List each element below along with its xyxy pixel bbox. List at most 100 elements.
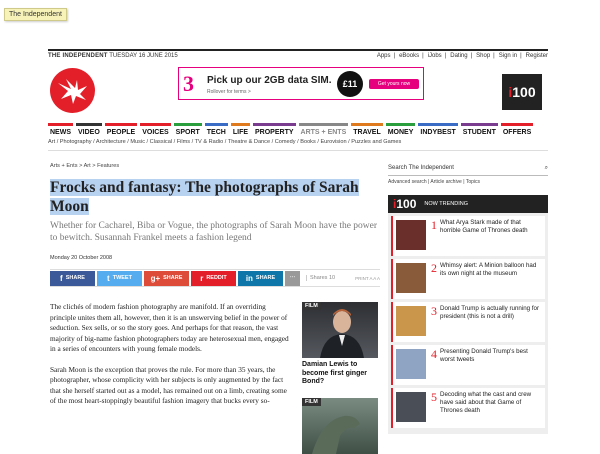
share-button-1[interactable]: t TWEET xyxy=(97,270,142,286)
film-tag: FILM xyxy=(302,302,321,310)
trending-thumb xyxy=(396,392,426,422)
i100-small-suffix: 100 xyxy=(396,197,417,211)
share-label: SHARE xyxy=(163,275,183,281)
nav-item-property[interactable]: PROPERTY xyxy=(253,123,296,136)
masthead-link[interactable]: Register xyxy=(526,53,548,59)
independent-eagle-logo[interactable] xyxy=(50,68,95,113)
brand-name[interactable]: THE INDEPENDENT xyxy=(48,53,108,59)
share-button-0[interactable]: f SHARE xyxy=(50,270,95,286)
trending-text[interactable]: What Arya Stark made of that horrible Ga… xyxy=(440,219,542,253)
nav-item-offers[interactable]: OFFERS xyxy=(500,123,534,136)
masthead-link[interactable]: eBooks xyxy=(399,53,419,59)
trending-thumb xyxy=(396,263,426,293)
masthead-brand: THE INDEPENDENT TUESDAY 16 JUNE 2015 xyxy=(48,53,178,59)
trending-number: 5 xyxy=(431,390,437,404)
trending-text[interactable]: Decoding what the cast and crew have sai… xyxy=(440,391,542,425)
nav-item-voices[interactable]: VOICES xyxy=(140,123,171,136)
related-card[interactable]: FILM xyxy=(302,398,378,454)
share-icon: g+ xyxy=(150,273,161,283)
nav-item-news[interactable]: NEWS xyxy=(48,123,73,136)
print-text-size[interactable]: PRINT A A A xyxy=(355,276,380,281)
nav-item-travel[interactable]: TRAVEL xyxy=(351,123,383,136)
nav-item-life[interactable]: LIFE xyxy=(230,123,251,136)
trending-thumb xyxy=(396,220,426,250)
advert-banner[interactable]: 3 Pick up our 2GB data SIM. Rollover for… xyxy=(178,67,424,100)
trending-item[interactable]: 2 Whimsy alert: A Minion balloon had its … xyxy=(391,259,545,299)
share-label: SHARE xyxy=(255,275,276,281)
share-count: Shares 10 xyxy=(306,275,335,281)
masthead-link[interactable]: Shop xyxy=(476,53,490,59)
trending-item[interactable]: 5 Decoding what the cast and crew have sa… xyxy=(391,388,545,428)
nav-item-indybest[interactable]: INDYBEST xyxy=(418,123,458,136)
sidebar: Search The Independent ⌕ Advanced search… xyxy=(388,163,548,434)
share-button-2[interactable]: g+ SHARE xyxy=(144,270,189,286)
ad-price-badge: £11 xyxy=(337,71,363,97)
section-subnav[interactable]: Art / Photography / Architecture / Music… xyxy=(48,139,548,151)
eagle-icon xyxy=(57,78,87,104)
nav-item-money[interactable]: MONEY xyxy=(385,123,416,136)
search-icon[interactable]: ⌕ xyxy=(545,165,548,172)
i100-logo[interactable]: i 100 xyxy=(502,74,542,110)
share-button-4[interactable]: in SHARE xyxy=(238,270,283,286)
masthead-link[interactable]: Sign in xyxy=(499,53,517,59)
related-caption: Damian Lewis to become first ginger Bond… xyxy=(302,361,367,385)
article-title-text: Frocks and fantasy: The photographs of S… xyxy=(50,179,359,215)
trending-thumb xyxy=(396,349,426,379)
now-trending-label: NOW TRENDING xyxy=(424,201,468,207)
portrait-illustration xyxy=(320,309,364,358)
nav-item-student[interactable]: STUDENT xyxy=(460,123,498,136)
dinosaur-illustration xyxy=(312,415,360,454)
nav-item-sport[interactable]: SPORT xyxy=(173,123,202,136)
share-icon: r xyxy=(200,273,204,283)
link-divider: | xyxy=(422,53,424,59)
trending-number: 2 xyxy=(431,261,437,275)
masthead-link[interactable]: Dating xyxy=(450,53,467,59)
trending-number: 4 xyxy=(431,347,437,361)
article-date: Monday 20 October 2008 xyxy=(50,255,113,261)
page: THE INDEPENDENT TUESDAY 16 JUNE 2015 App… xyxy=(48,0,548,454)
more-share-button[interactable]: ⋯ xyxy=(285,270,300,286)
share-icon: in xyxy=(245,273,253,283)
link-divider: | xyxy=(520,53,522,59)
breadcrumb[interactable]: Arts + Ents > Art > Features xyxy=(50,163,119,169)
trending-thumb xyxy=(396,306,426,336)
share-label: TWEET xyxy=(112,275,132,281)
related-image: FILM xyxy=(302,398,378,454)
trending-number: 1 xyxy=(431,218,437,232)
nav-item-video[interactable]: VIDEO xyxy=(76,123,102,136)
article-body: The clichés of modern fashion photograph… xyxy=(50,302,290,417)
nav-item-tech[interactable]: TECH xyxy=(204,123,228,136)
paragraph: Sarah Moon is the exception that proves … xyxy=(50,364,287,406)
trending-item[interactable]: 1 What Arya Stark made of that horrible G… xyxy=(391,216,545,256)
share-button-3[interactable]: r REDDIT xyxy=(191,270,236,286)
trending-number: 3 xyxy=(431,304,437,318)
search-links[interactable]: Advanced search | Article archive | Topi… xyxy=(388,179,548,185)
link-divider: | xyxy=(444,53,447,59)
trending-text[interactable]: Presenting Donald Trump's best worst twe… xyxy=(440,348,542,382)
trending-text[interactable]: Donald Trump is actually running for pre… xyxy=(440,305,542,339)
masthead-links: Apps | eBooks | iJobs | Dating | Shop | Sign in | Re… xyxy=(373,53,548,59)
share-icon: t xyxy=(107,273,110,283)
masthead-bar: THE INDEPENDENT TUESDAY 16 JUNE 2015 App… xyxy=(48,49,548,59)
search-box[interactable]: Search The Independent ⌕ xyxy=(388,163,548,176)
link-divider: | xyxy=(493,53,495,59)
i100-logo-small[interactable]: i100 xyxy=(393,197,416,211)
related-card[interactable]: FILM Damian Lewis to become first ginger… xyxy=(302,302,378,387)
masthead-link[interactable]: iJobs xyxy=(428,53,442,59)
trending-item[interactable]: 3 Donald Trump is actually running for pr… xyxy=(391,302,545,342)
trending-item[interactable]: 4 Presenting Donald Trump's best worst tw… xyxy=(391,345,545,385)
search-input[interactable]: Search The Independent xyxy=(388,165,454,172)
share-bar: f SHARE t TWEET g+ SHARE r REDDIT in SHARE ⋯ Shares… xyxy=(50,269,380,287)
nav-item-arts-ents[interactable]: ARTS + ENTS xyxy=(298,123,349,136)
ad-terms[interactable]: Rollover for terms > xyxy=(207,89,251,95)
film-tag: FILM xyxy=(302,398,321,406)
main-nav: NEWS VIDEO PEOPLE VOICES SPORT TECH LIFE PROPER… xyxy=(48,123,536,136)
paragraph: The clichés of modern fashion photograph… xyxy=(50,302,289,353)
masthead-link[interactable]: Apps xyxy=(377,53,391,59)
nav-item-people[interactable]: PEOPLE xyxy=(104,123,138,136)
trending-list: 1 What Arya Stark made of that horrible G… xyxy=(388,213,548,434)
ad-cta-button[interactable]: Get yours now xyxy=(369,79,419,89)
trending-text[interactable]: Whimsy alert: A Minion balloon had its o… xyxy=(440,262,542,296)
i100-suffix: 100 xyxy=(512,84,536,100)
article-standfirst: Whether for Cacharel, Biba or Vogue, the… xyxy=(50,221,378,243)
